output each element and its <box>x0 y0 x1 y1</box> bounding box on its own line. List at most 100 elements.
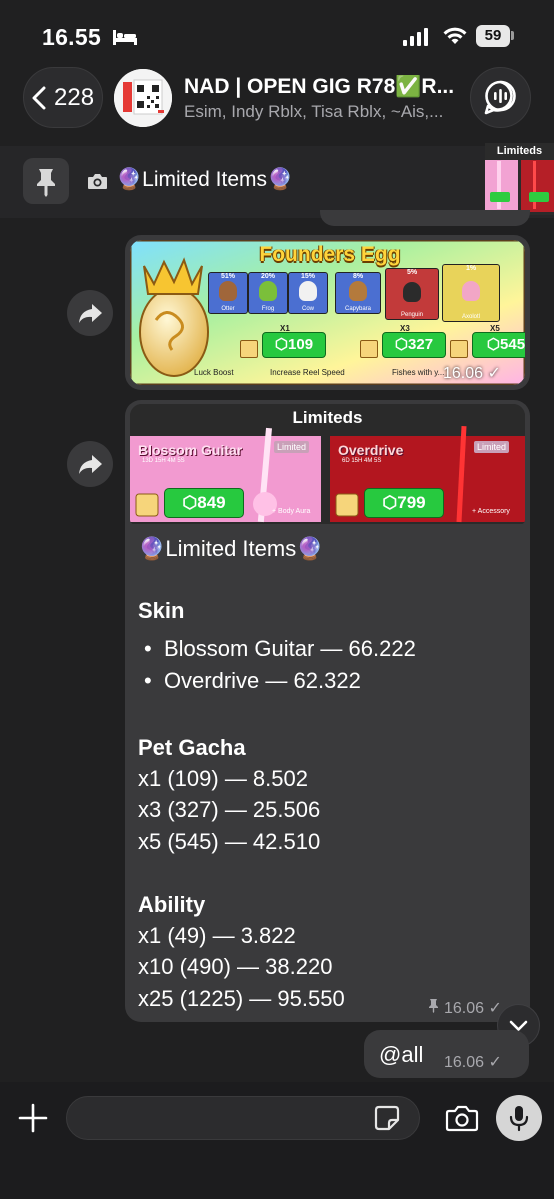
limited-price-button[interactable]: ⬡849 <box>164 488 244 518</box>
signal-icon <box>403 28 428 46</box>
pet-card-frog: 20% Frog <box>248 272 288 314</box>
limited-badge: Limited <box>274 441 310 453</box>
ability-line: x10 (490) — 38.220 <box>138 954 333 979</box>
message-time: 16.06 ✓ <box>443 365 501 382</box>
chevron-left-icon[interactable] <box>31 86 47 110</box>
voice-chat-button[interactable] <box>470 67 531 128</box>
price-value: 109 <box>288 336 314 353</box>
bed-icon <box>113 30 137 45</box>
gacha-line: x3 (327) — 25.506 <box>138 797 321 822</box>
limited-price-button[interactable]: ⬡799 <box>364 488 444 518</box>
mic-button[interactable] <box>496 1095 542 1141</box>
skin-item: • Overdrive — 62.322 <box>144 668 361 693</box>
chat-members[interactable]: Esim, Indy Rblx, Tisa Rblx, ~Ais,... <box>184 102 464 122</box>
ability-title: Ability <box>138 892 206 917</box>
perk-luck-boost: Luck Boost <box>194 368 234 377</box>
message-text: @all <box>379 1042 424 1067</box>
robux-icon: ⬡ <box>274 336 289 353</box>
pet-figure <box>259 281 277 301</box>
gacha-line: x5 (545) — 42.510 <box>138 829 321 854</box>
gift-icon[interactable] <box>450 340 468 358</box>
message-input[interactable] <box>66 1096 420 1140</box>
skin-title: Skin <box>138 598 185 623</box>
ability-line: x1 (49) — 3.822 <box>138 923 296 948</box>
gacha-title: Pet Gacha <box>138 735 246 760</box>
pet-figure <box>299 281 317 301</box>
previous-message-bubble <box>320 210 530 226</box>
price-button[interactable]: ⬡327 <box>382 332 446 358</box>
pet-card-cow: 15% Cow <box>288 272 328 314</box>
pinned-thumbnail-label: Limiteds <box>496 145 543 157</box>
skin-item-text: Overdrive — 62.322 <box>163 668 361 693</box>
limited-item-timer: 13D 15H 4M 5S <box>142 458 185 464</box>
pet-name: Cow <box>301 306 314 312</box>
robux-icon: ⬡ <box>486 336 501 353</box>
qr-code-icon <box>114 69 172 127</box>
gift-icon[interactable] <box>240 340 258 358</box>
message-heading: 🔮Limited Items🔮 <box>138 536 324 561</box>
ability-line: x25 (1225) — 95.550 <box>138 986 345 1011</box>
price-button[interactable]: ⬡545 <box>472 332 525 358</box>
unread-count[interactable]: 228 <box>54 84 94 112</box>
pet-card-otter: 51% Otter <box>208 272 248 314</box>
perk-fishes: Fishes with y... <box>392 368 445 377</box>
forward-button[interactable] <box>67 441 113 487</box>
skin-item-text: Blossom Guitar — 66.222 <box>163 636 416 661</box>
gift-icon[interactable] <box>360 340 378 358</box>
price-value: 545 <box>500 336 525 353</box>
limiteds-title: Limiteds <box>292 408 363 427</box>
pet-card-axolotl: 1% Axolotl <box>442 264 500 322</box>
pet-chance: 8% <box>352 273 364 280</box>
wifi-icon <box>443 27 467 44</box>
robux-icon: ⬡ <box>394 336 409 353</box>
battery-indicator: 59 <box>476 25 510 47</box>
pet-card-penguin: 5% Penguin <box>385 268 439 320</box>
limiteds-image[interactable]: Limiteds Blossom Guitar 13D 15H 4M 5S Limi… <box>130 404 525 524</box>
attach-plus-icon[interactable] <box>18 1103 48 1133</box>
pet-chance: 51% <box>220 273 235 280</box>
status-time: 16.55 <box>42 24 102 50</box>
pet-figure <box>219 281 237 301</box>
pinned-message-text[interactable]: 🔮Limited Items🔮 <box>116 168 293 192</box>
price-value: 327 <box>408 336 434 353</box>
limited-item-tag: + Accessory <box>472 508 510 515</box>
limited-badge: Limited <box>474 441 510 453</box>
skin-item: • Blossom Guitar — 66.222 <box>144 636 416 661</box>
limited-item-timer: 6D 15H 4M 5S <box>342 458 382 464</box>
pet-name: Axolotl <box>461 314 480 320</box>
limited-item-name: Overdrive <box>338 442 404 458</box>
pinned-thumbnail[interactable]: Limiteds <box>485 143 554 215</box>
limited-item-tag: + Body Aura <box>272 508 311 515</box>
pet-chance: 5% <box>406 269 418 276</box>
pet-figure <box>403 282 421 302</box>
pin-icon <box>37 169 55 197</box>
sticker-icon[interactable] <box>374 1105 400 1131</box>
pin-icon <box>429 999 438 1013</box>
limited-price-value: 849 <box>197 493 226 512</box>
pet-chance: 1% <box>465 265 477 272</box>
pet-name: Capybara <box>344 306 371 312</box>
pet-figure <box>462 281 480 301</box>
camera-icon <box>88 174 107 189</box>
robux-icon: ⬡ <box>182 493 198 512</box>
perk-reel-speed: Increase Reel Speed <box>270 368 345 377</box>
forward-button[interactable] <box>67 290 113 336</box>
chat-title[interactable]: NAD | OPEN GIG R78✅R... <box>184 75 464 99</box>
pet-figure <box>349 281 367 301</box>
share-arrow-icon <box>79 455 102 474</box>
pin-button[interactable] <box>23 158 69 204</box>
pet-chance: 15% <box>300 273 315 280</box>
battery-tip <box>511 31 514 40</box>
pet-name: Penguin <box>400 312 424 318</box>
limited-item-name: Blossom Guitar <box>138 442 243 458</box>
price-button[interactable]: ⬡109 <box>262 332 326 358</box>
robux-icon: ⬡ <box>382 493 398 512</box>
camera-icon[interactable] <box>445 1104 479 1132</box>
founders-egg-image[interactable]: Founders Egg 51% Otter 20% Frog 15% Cow 8% Capy… <box>130 240 525 385</box>
gacha-line: x1 (109) — 8.502 <box>138 766 308 791</box>
pet-chance: 20% <box>260 273 275 280</box>
group-avatar[interactable] <box>114 69 172 127</box>
pet-name: Frog <box>261 306 275 312</box>
pet-name: Otter <box>221 306 235 312</box>
microphone-icon <box>509 1106 529 1132</box>
